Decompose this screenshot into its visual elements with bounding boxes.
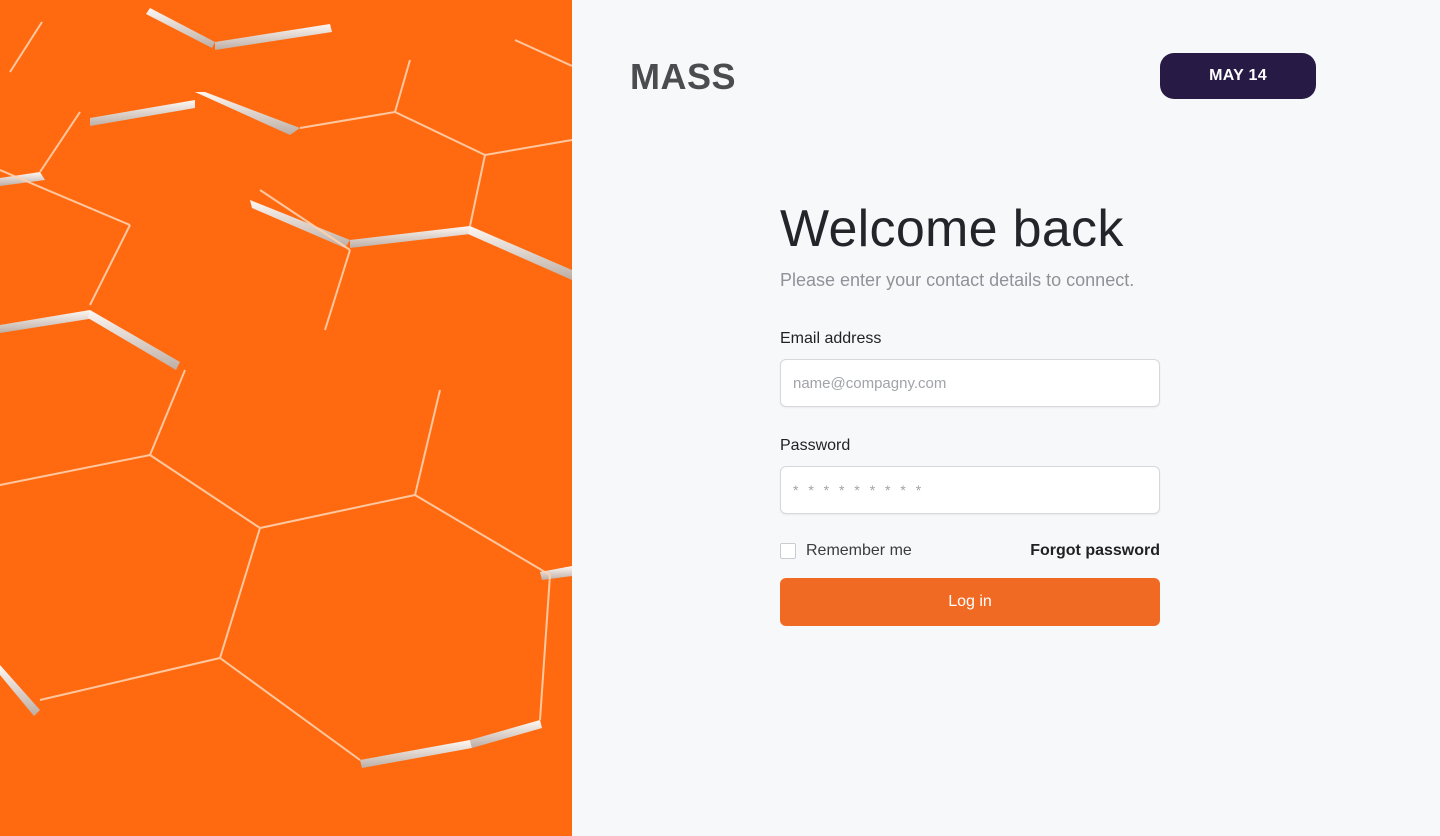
email-label: Email address bbox=[780, 330, 882, 347]
password-label: Password bbox=[780, 437, 851, 454]
login-page: MASS MAY 14 Welcome back Please enter yo… bbox=[0, 0, 1440, 836]
form-options-row: Remember me Forgot password bbox=[780, 540, 1160, 562]
remember-me-label: Remember me bbox=[806, 542, 912, 559]
brand-logo: MASS bbox=[630, 56, 737, 97]
login-form: Welcome back Please enter your contact d… bbox=[780, 198, 1160, 626]
remember-me-checkbox[interactable] bbox=[780, 543, 796, 559]
date-badge[interactable]: MAY 14 bbox=[1160, 53, 1316, 99]
email-field[interactable] bbox=[780, 359, 1160, 407]
password-field[interactable] bbox=[780, 466, 1160, 514]
login-panel: MASS MAY 14 Welcome back Please enter yo… bbox=[572, 0, 1440, 836]
hexagon-hero-image bbox=[0, 0, 572, 836]
remember-me-toggle[interactable]: Remember me bbox=[780, 542, 912, 560]
login-button[interactable]: Log in bbox=[780, 578, 1160, 626]
forgot-password-link[interactable]: Forgot password bbox=[1030, 542, 1160, 560]
page-subtitle: Please enter your contact details to con… bbox=[780, 270, 1135, 290]
page-title: Welcome back bbox=[780, 200, 1124, 258]
hexagon-pattern bbox=[0, 0, 572, 836]
